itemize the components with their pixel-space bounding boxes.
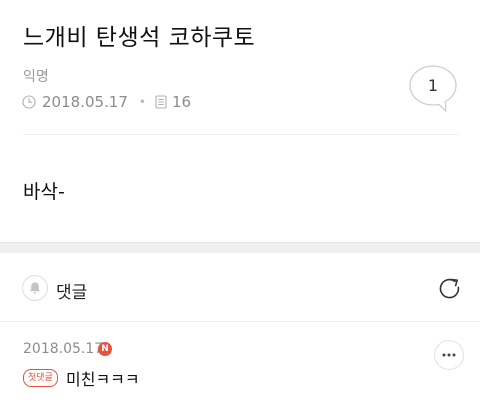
comments-header: 댓글 bbox=[0, 253, 480, 322]
post-date: 2018.05.17 bbox=[42, 93, 128, 111]
first-comment-badge: 첫댓글 bbox=[23, 369, 58, 387]
refresh-button[interactable] bbox=[436, 275, 464, 303]
clock-icon bbox=[22, 95, 36, 109]
comment-item: 2018.05.17 N 첫댓글 미친ㅋㅋㅋ bbox=[0, 322, 480, 400]
comment-date: 2018.05.17 bbox=[23, 341, 104, 357]
post-meta: 2018.05.17 • 16 bbox=[22, 92, 191, 112]
bell-icon bbox=[30, 282, 40, 294]
post-title: 느개비 탄생석 코하쿠토 bbox=[23, 25, 256, 51]
meta-separator: • bbox=[138, 95, 146, 109]
post-view-count: 16 bbox=[171, 93, 192, 111]
post-author: 익명 bbox=[23, 69, 49, 85]
document-icon bbox=[155, 95, 167, 109]
comment-more-button[interactable] bbox=[434, 340, 464, 370]
comment-text: 미친ㅋㅋㅋ bbox=[66, 370, 140, 389]
notification-toggle[interactable] bbox=[22, 275, 48, 301]
comments-title: 댓글 bbox=[56, 283, 88, 303]
post-page: 느개비 탄생석 코하쿠토 익명 2018.05.17 • 16 1 바삭- 댓글… bbox=[0, 0, 480, 400]
divider bbox=[23, 134, 458, 135]
post-body: 바삭- bbox=[23, 181, 65, 203]
more-horizontal-icon bbox=[442, 353, 456, 357]
refresh-icon bbox=[439, 278, 460, 299]
comment-count: 1 bbox=[427, 76, 439, 95]
comment-count-button[interactable]: 1 bbox=[408, 64, 458, 114]
new-badge: N bbox=[98, 342, 112, 356]
section-separator bbox=[0, 242, 480, 253]
